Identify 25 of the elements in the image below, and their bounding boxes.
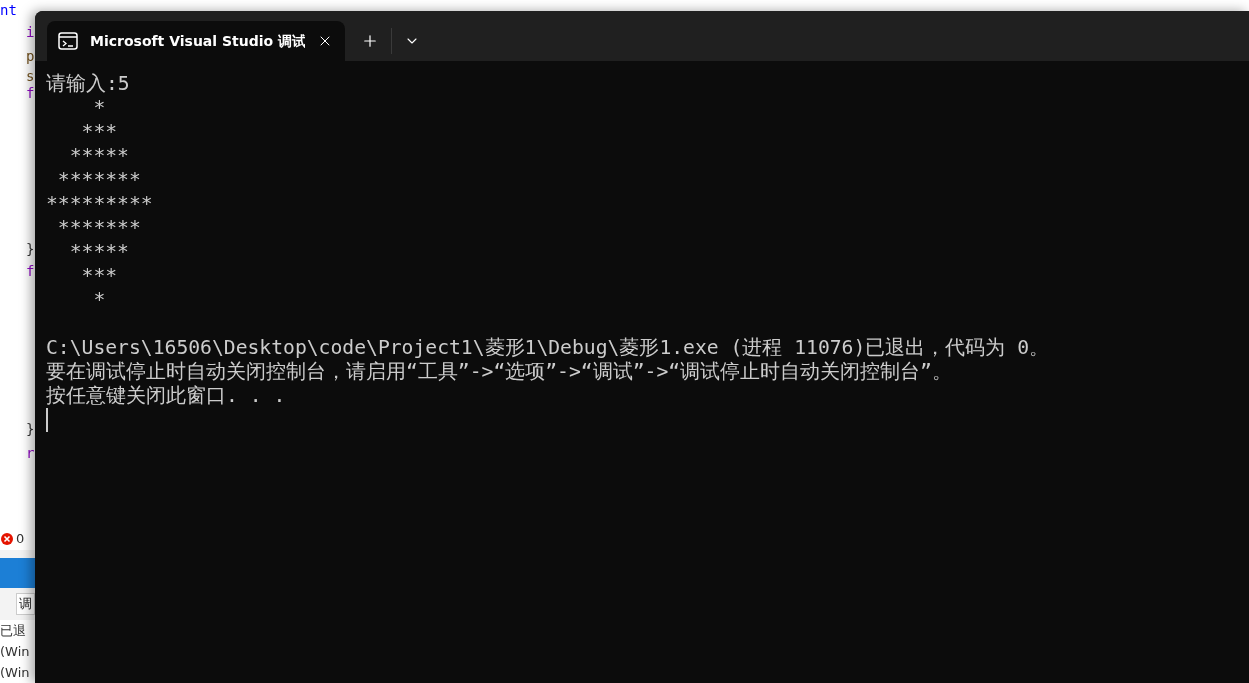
code-text: nt (0, 2, 18, 18)
console-line: 要在调试停止时自动关闭控制台，请启用“工具”->“选项”->“调试”->“调试停止时自动关闭控制台”。 (46, 360, 952, 384)
console-line: C:\Users\16506\Desktop\code\Project1\菱形1\Debug\菱形1.exe (进程 11076)已退出，代码为 0。 (46, 336, 1050, 360)
text-cursor (46, 408, 48, 432)
error-count: 0 (16, 530, 25, 549)
code-text: s (25, 68, 35, 84)
output-text: 已退 (0, 622, 27, 640)
output-text: (Win (0, 643, 31, 661)
code-text: f (25, 263, 35, 279)
tab-title: Microsoft Visual Studio 调试 (90, 31, 305, 51)
console-line: 请输入:5 (46, 72, 130, 96)
terminal-tab[interactable]: Microsoft Visual Studio 调试 (47, 21, 345, 61)
new-tab-icon[interactable] (361, 32, 379, 50)
code-text: f (25, 85, 35, 101)
output-text: (Win (0, 664, 31, 682)
diamond-pattern: * *** ***** ******* ********* ******* ***** *** * (46, 96, 153, 312)
code-text: i (25, 24, 35, 40)
panel-title-bar (0, 558, 35, 589)
terminal-icon (58, 32, 78, 50)
code-text: r (25, 445, 35, 461)
console-line: 按任意键关闭此窗口. . . (46, 384, 286, 408)
code-text: } (25, 241, 35, 257)
code-text: } (25, 421, 35, 437)
code-text: p (25, 48, 35, 64)
output-source-dropdown[interactable]: 调 (16, 593, 35, 615)
